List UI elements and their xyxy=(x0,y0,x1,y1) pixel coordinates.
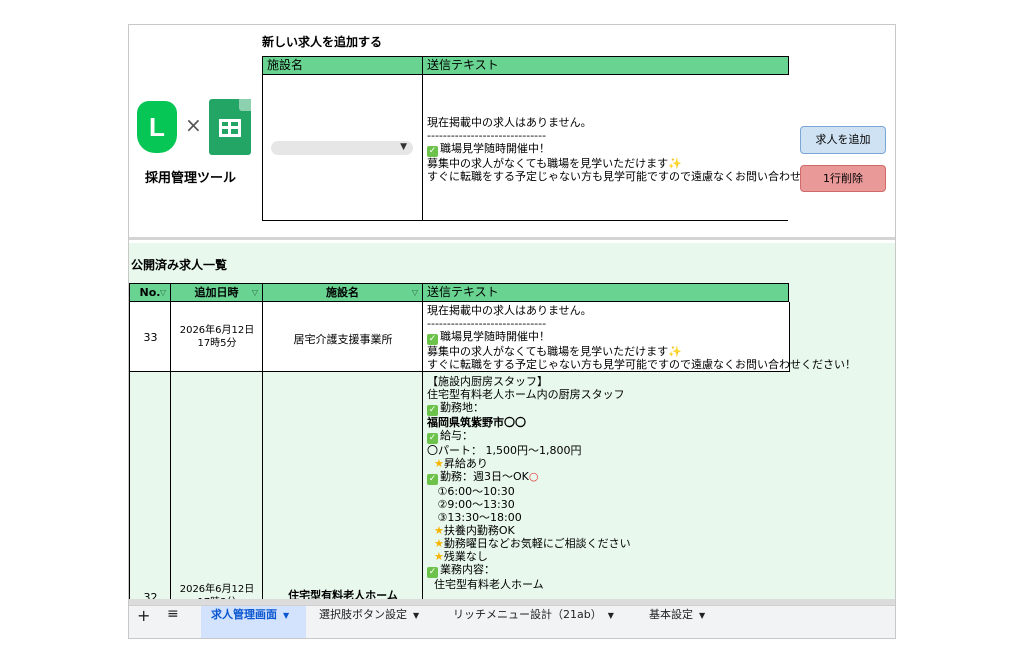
line-logo-icon: L xyxy=(137,101,177,153)
column-divider xyxy=(422,75,423,221)
star-icon: ★ xyxy=(434,537,444,550)
all-sheets-icon[interactable]: ≡ xyxy=(167,606,179,638)
times-sign: × xyxy=(185,113,202,137)
column-divider xyxy=(789,302,790,372)
row-facility: 居宅介護支援事業所 xyxy=(293,333,393,346)
sparkle-icon: ✨ xyxy=(668,157,682,170)
filter-icon[interactable]: ▽ xyxy=(412,284,418,301)
star-icon: ★ xyxy=(434,457,444,470)
star-icon: ★ xyxy=(434,550,444,563)
add-job-panel: L × 採用管理ツール 新しい求人を追加する 施設名 送信テキスト ▼ 現在掲載… xyxy=(129,25,895,240)
table-row[interactable]: 32 2026年6月12日17時3分 住宅型有料老人ホーム 【施設内厨房スタッフ… xyxy=(130,373,790,608)
facility-dropdown[interactable]: ▼ xyxy=(271,141,413,155)
chevron-down-icon: ▼ xyxy=(699,611,706,620)
header-no[interactable]: No. ▽ xyxy=(130,283,171,302)
header-send-text: 送信テキスト xyxy=(423,56,789,75)
new-job-title: 新しい求人を追加する xyxy=(262,35,383,49)
column-divider xyxy=(262,302,263,605)
check-icon: ✓ xyxy=(427,334,438,345)
header-date[interactable]: 追加日時 ▽ xyxy=(171,283,263,302)
check-icon: ✓ xyxy=(427,146,438,157)
tab-rich-menu[interactable]: リッチメニュー設計（21ab） ▼ xyxy=(453,606,614,638)
column-divider xyxy=(170,302,171,605)
row-send-text: 【施設内厨房スタッフ】 住宅型有料老人ホーム内の厨房スタッフ ✓ 勤務地： 福岡県… xyxy=(427,375,631,591)
add-sheet-icon[interactable]: + xyxy=(137,606,150,638)
spreadsheet-window: L × 採用管理ツール 新しい求人を追加する 施設名 送信テキスト ▼ 現在掲載… xyxy=(128,24,896,639)
chevron-down-icon: ▼ xyxy=(413,611,420,620)
row-date: 2026年6月12日 17時5分 xyxy=(179,325,255,349)
check-icon: ✓ xyxy=(427,474,438,485)
dropdown-arrow-icon: ▼ xyxy=(400,142,407,152)
published-table: No. ▽ 追加日時 ▽ 施設名 ▽ 送信テキスト 33 2026年6月12日 17時5… xyxy=(129,283,856,608)
tab-basic-settings[interactable]: 基本設定 ▼ xyxy=(649,606,705,638)
header-facility: 施設名 xyxy=(263,56,423,75)
filter-icon[interactable]: ▽ xyxy=(252,284,258,301)
circle-icon: ○ xyxy=(528,470,539,483)
row-number: 33 xyxy=(143,331,158,344)
row-send-text: 現在掲載中の求人はありません。 ------------------------… xyxy=(427,304,856,371)
chevron-down-icon: ▼ xyxy=(607,611,614,620)
check-icon: ✓ xyxy=(427,567,438,578)
filter-icon[interactable]: ▽ xyxy=(160,284,166,301)
star-icon: ★ xyxy=(434,524,444,537)
table-row[interactable]: 33 2026年6月12日 17時5分 居宅介護支援事業所 現在掲載中の求人はあり… xyxy=(130,302,856,372)
tool-title: 採用管理ツール xyxy=(145,171,237,186)
sheets-logo-icon xyxy=(209,99,251,155)
check-icon: ✓ xyxy=(427,405,438,416)
published-title: 公開済み求人一覧 xyxy=(131,258,228,272)
sheet-tab-bar: + ≡ 求人管理画面 ▼ 選択肢ボタン設定 ▼ リッチメニュー設計（21ab） ▼ 基… xyxy=(129,605,895,638)
sparkle-icon: ✨ xyxy=(668,345,682,358)
header-facility[interactable]: 施設名 ▽ xyxy=(263,283,423,302)
delete-row-button[interactable]: 1行削除 xyxy=(800,165,886,192)
add-job-button[interactable]: 求人を追加 xyxy=(800,126,886,154)
check-icon: ✓ xyxy=(427,433,438,444)
published-jobs-panel: 公開済み求人一覧 No. ▽ 追加日時 ▽ 施設名 ▽ 送信テキスト 33 2026年… xyxy=(129,243,895,608)
tab-choice-buttons[interactable]: 選択肢ボタン設定 ▼ xyxy=(319,606,419,638)
column-divider xyxy=(422,302,423,605)
chevron-down-icon: ▼ xyxy=(283,611,290,620)
header-send-text: 送信テキスト xyxy=(423,283,789,302)
tab-job-management[interactable]: 求人管理画面 ▼ xyxy=(201,606,306,638)
new-job-table: 施設名 送信テキスト ▼ 現在掲載中の求人はありません。 -----------… xyxy=(262,56,856,221)
